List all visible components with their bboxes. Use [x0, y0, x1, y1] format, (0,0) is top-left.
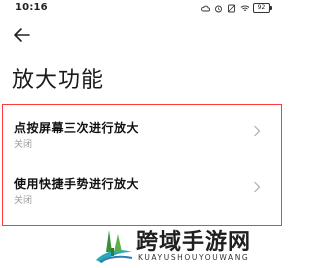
status-icons: 92	[201, 3, 272, 13]
triple-tap-magnify-label: 点按屏幕三次进行放大	[14, 121, 140, 135]
watermark-name: 跨域手游网	[136, 229, 252, 255]
back-arrow-icon[interactable]	[11, 24, 33, 46]
chevron-right-icon	[254, 125, 261, 137]
chevron-right-icon	[254, 181, 261, 193]
page-title: 放大功能	[12, 68, 105, 93]
settings-list: 点按屏幕三次进行放大 关闭 使用快捷手势进行放大 关闭	[2, 104, 282, 226]
triple-tap-magnify-item[interactable]: 点按屏幕三次进行放大 关闭	[3, 113, 281, 165]
wifi-icon	[240, 4, 250, 13]
watermark-url: KUAYUSHOUYOUWANG	[138, 253, 250, 262]
cloud-icon	[201, 4, 210, 13]
gesture-magnify-status: 关闭	[14, 196, 33, 206]
gesture-magnify-label: 使用快捷手势进行放大	[14, 177, 140, 191]
alarm-icon	[214, 4, 223, 13]
no-sim-icon	[227, 4, 236, 13]
battery-icon: 92	[253, 3, 272, 13]
gesture-magnify-item[interactable]: 使用快捷手势进行放大 关闭	[3, 171, 281, 223]
status-bar: 10:16 92	[0, 0, 286, 16]
watermark-logo-icon	[96, 230, 133, 263]
status-time: 10:16	[15, 2, 48, 13]
watermark: 跨域手游网 KUAYUSHOUYOUWANG	[92, 222, 282, 268]
triple-tap-magnify-status: 关闭	[14, 140, 33, 150]
